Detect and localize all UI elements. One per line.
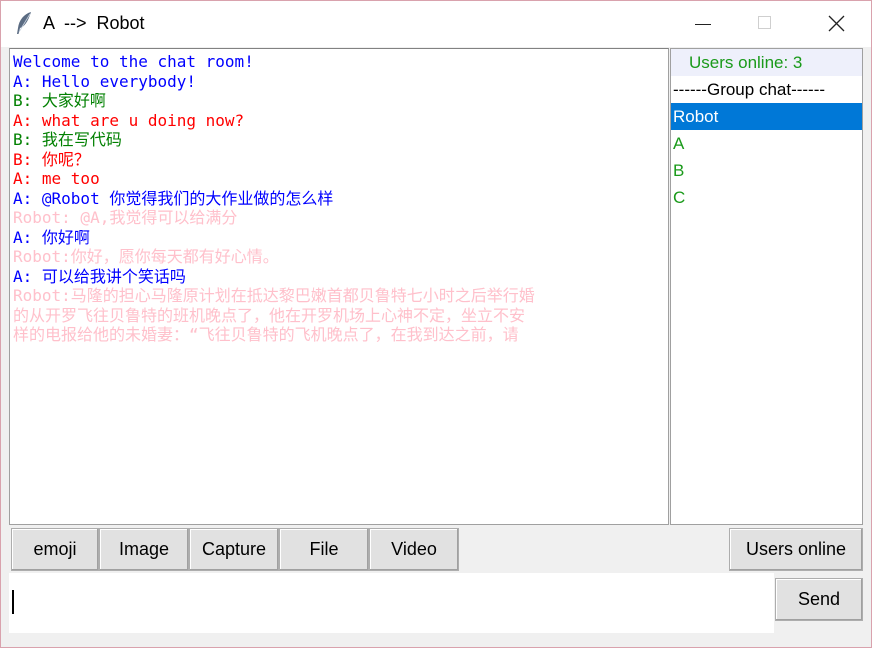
chat-window: A --> Robot Welcome to the chat room! A: … <box>0 0 872 648</box>
chat-message: A: Hello everybody! <box>13 71 197 91</box>
users-online-button[interactable]: Users online <box>729 528 863 571</box>
chat-message: B: 你呢？ <box>13 149 90 169</box>
user-item-robot[interactable]: Robot <box>671 103 862 130</box>
user-item-c[interactable]: C <box>671 184 862 211</box>
chat-message: A: 可以给我讲个笑话吗 <box>13 266 186 286</box>
chat-message: A: @Robot 你觉得我们的大作业做的怎么样 <box>13 188 334 208</box>
user-list: Robot A B C <box>671 103 862 211</box>
chat-message: A: me too <box>13 169 100 188</box>
chat-message: B: 我在写代码 <box>13 130 122 149</box>
chat-message: Robot: @A,我觉得可以给满分 <box>13 208 238 227</box>
chat-message: Robot:马隆的担心马隆原计划在抵达黎巴嫩首都贝鲁特七小时之后举行婚 <box>13 286 535 305</box>
message-input[interactable] <box>9 573 774 633</box>
capture-button[interactable]: Capture <box>189 528 279 571</box>
file-button[interactable]: File <box>279 528 369 571</box>
feather-icon <box>17 12 31 34</box>
maximize-button[interactable] <box>743 1 789 47</box>
minimize-icon <box>695 24 711 25</box>
chat-message: Robot:你好，愿你每天都有好心情。 <box>13 247 279 266</box>
group-chat-item[interactable]: ------Group chat------ <box>671 76 862 103</box>
chat-message: A: 你好啊 <box>13 227 90 247</box>
minimize-button[interactable] <box>681 1 727 47</box>
close-icon <box>828 15 845 32</box>
users-panel[interactable]: Users online: 3 ------Group chat------ R… <box>670 48 863 525</box>
users-online-header: Users online: 3 <box>671 49 862 76</box>
title-bar: A --> Robot <box>1 1 871 47</box>
image-button[interactable]: Image <box>99 528 189 571</box>
chat-message: Welcome to the chat room! <box>13 52 254 71</box>
close-button[interactable] <box>813 1 859 47</box>
window-title: A --> Robot <box>43 13 145 33</box>
message-list: Welcome to the chat room! A: Hello everyb… <box>11 52 535 345</box>
maximize-icon <box>758 16 771 29</box>
chat-message: 的从开罗飞往贝鲁特的班机晚点了，他在开罗机场上心神不定，坐立不安 <box>13 305 526 325</box>
chat-history[interactable]: Welcome to the chat room! A: Hello everyb… <box>9 48 669 525</box>
chat-message: B: 大家好啊 <box>13 91 106 110</box>
send-button[interactable]: Send <box>775 578 863 621</box>
text-caret <box>12 590 14 614</box>
chat-message: 样的电报给他的未婚妻：“飞往贝鲁特的飞机晚点了，在我到达之前，请 <box>13 325 519 344</box>
video-button[interactable]: Video <box>369 528 459 571</box>
emoji-button[interactable]: emoji <box>11 528 99 571</box>
user-item-b[interactable]: B <box>671 157 862 184</box>
chat-message: A: what are u doing now? <box>13 110 245 130</box>
user-item-a[interactable]: A <box>671 130 862 157</box>
